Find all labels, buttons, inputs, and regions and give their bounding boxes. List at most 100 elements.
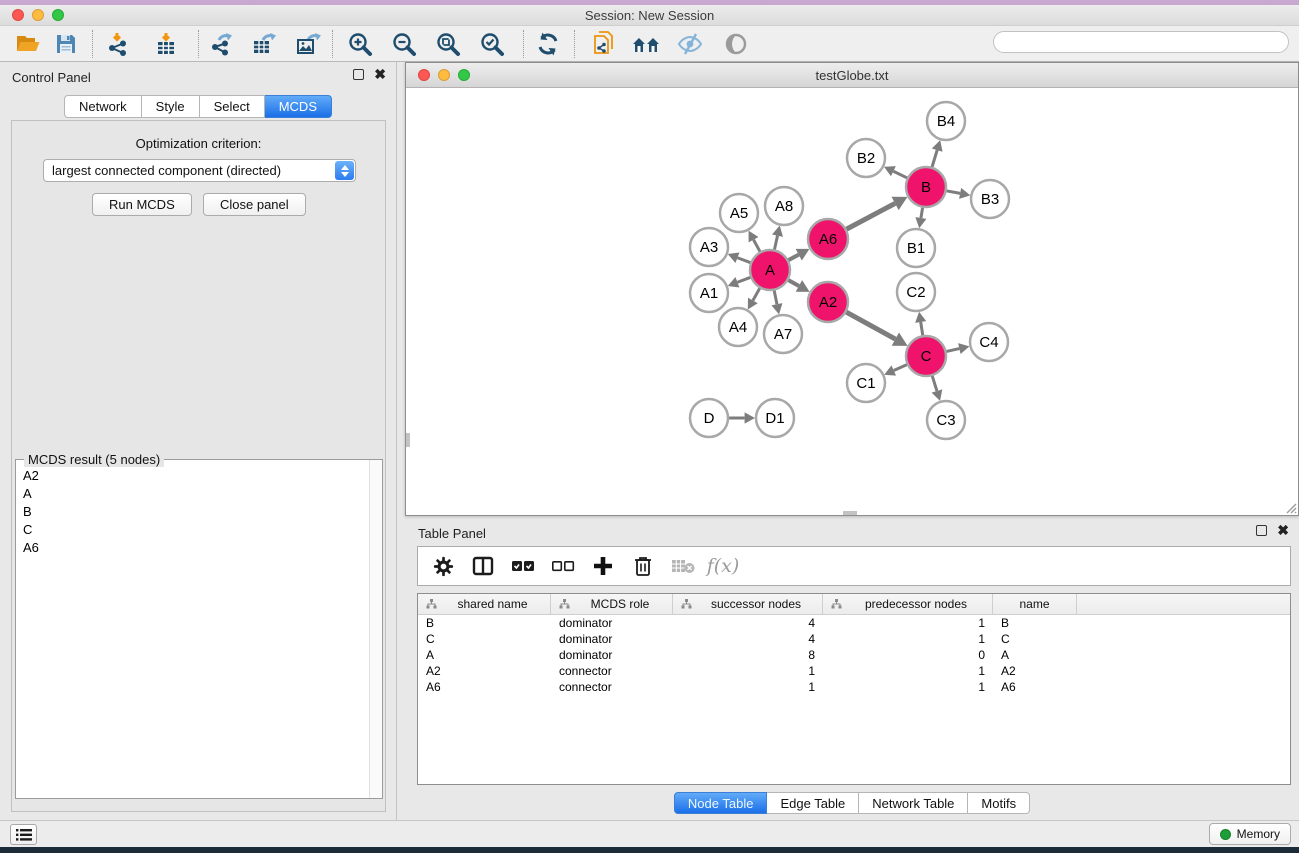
unselect-all-columns-icon[interactable] — [550, 554, 576, 578]
function-builder-icon[interactable]: f(x) — [710, 554, 736, 578]
import-table-icon[interactable] — [148, 29, 184, 59]
select-all-columns-icon[interactable] — [510, 554, 536, 578]
table-cell[interactable]: dominator — [551, 615, 673, 631]
table-cell[interactable]: dominator — [551, 647, 673, 663]
table-settings-icon[interactable] — [430, 554, 456, 578]
float-table-panel-icon[interactable] — [1256, 525, 1267, 536]
table-cell[interactable]: 1 — [673, 663, 823, 679]
table-row[interactable]: Adominator80A — [418, 647, 1290, 663]
table-row[interactable]: A6connector11A6 — [418, 679, 1290, 695]
zoom-fit-icon[interactable] — [430, 29, 466, 59]
show-all-icon[interactable] — [718, 29, 754, 59]
delete-column-icon[interactable] — [630, 554, 656, 578]
column-header-successor-nodes[interactable]: successor nodes — [673, 594, 823, 614]
table-row[interactable]: Bdominator41B — [418, 615, 1290, 631]
table-cell[interactable]: 4 — [673, 631, 823, 647]
graph-edge-A-A1[interactable] — [737, 277, 751, 282]
optimization-criterion-select[interactable]: largest connected component (directed) — [43, 159, 356, 182]
column-header-shared-name[interactable]: shared name — [418, 594, 551, 614]
table-cell[interactable]: A2 — [993, 663, 1077, 679]
table-row[interactable]: A2connector11A2 — [418, 663, 1290, 679]
import-network-icon[interactable] — [100, 29, 136, 59]
graph-edge-B-B2[interactable] — [893, 171, 908, 178]
table-cell[interactable]: 1 — [673, 679, 823, 695]
mcds-result-item[interactable]: A6 — [17, 538, 369, 556]
table-cell[interactable]: connector — [551, 679, 673, 695]
close-panel-icon[interactable]: ✖ — [374, 69, 386, 80]
table-cell[interactable]: 1 — [823, 631, 993, 647]
table-cell[interactable]: C — [418, 631, 551, 647]
table-cell[interactable]: 1 — [823, 663, 993, 679]
graph-edge-C-C4[interactable] — [946, 349, 960, 352]
graph-edge-A-A2[interactable] — [788, 280, 799, 286]
mcds-result-item[interactable]: A — [17, 484, 369, 502]
graph-edge-A2-C[interactable] — [846, 312, 896, 339]
table-row[interactable]: Cdominator41C — [418, 631, 1290, 647]
node-table[interactable]: shared nameMCDS rolesuccessor nodesprede… — [417, 593, 1291, 785]
table-cell[interactable]: connector — [551, 663, 673, 679]
table-cell[interactable]: A6 — [418, 679, 551, 695]
graph-edge-A6-B[interactable] — [846, 203, 895, 229]
network-window-titlebar[interactable]: testGlobe.txt — [406, 63, 1298, 88]
tab-mcds[interactable]: MCDS — [265, 95, 332, 118]
column-header-MCDS-role[interactable]: MCDS role — [551, 594, 673, 614]
close-panel-button[interactable]: Close panel — [203, 193, 306, 216]
export-image-icon[interactable] — [290, 29, 326, 59]
task-history-button[interactable] — [10, 824, 37, 845]
column-header-predecessor-nodes[interactable]: predecessor nodes — [823, 594, 993, 614]
table-cell[interactable]: 1 — [823, 679, 993, 695]
zoom-selected-icon[interactable] — [474, 29, 510, 59]
mcds-result-list[interactable]: A2ABCA6 — [17, 466, 369, 794]
graph-edge-B-B4[interactable] — [932, 150, 937, 168]
graph-edge-A-A4[interactable] — [753, 287, 760, 300]
tab-select[interactable]: Select — [200, 95, 265, 118]
table-cell[interactable]: A — [418, 647, 551, 663]
table-cell[interactable]: A — [993, 647, 1077, 663]
close-table-panel-icon[interactable]: ✖ — [1277, 525, 1289, 536]
table-cell[interactable]: 8 — [673, 647, 823, 663]
table-cell[interactable]: B — [418, 615, 551, 631]
graph-edge-A-A6[interactable] — [788, 255, 799, 261]
graph-edge-A-A5[interactable] — [754, 240, 761, 253]
table-cell[interactable]: dominator — [551, 631, 673, 647]
search-input[interactable] — [993, 31, 1289, 53]
hide-selected-icon[interactable] — [672, 29, 708, 59]
export-table-icon[interactable] — [246, 29, 282, 59]
tab-network[interactable]: Network — [64, 95, 142, 118]
table-cell[interactable]: 4 — [673, 615, 823, 631]
graph-edge-A-A8[interactable] — [774, 236, 777, 251]
result-scrollbar[interactable] — [369, 460, 382, 798]
column-header-name[interactable]: name — [993, 594, 1077, 614]
mcds-result-item[interactable]: C — [17, 520, 369, 538]
table-cell[interactable]: A6 — [993, 679, 1077, 695]
network-canvas[interactable]: B4B2BB3A8A5A6A3B1AA1C2A2A4A7C4CC1C3DD1 — [406, 88, 1298, 515]
table-cell[interactable]: A2 — [418, 663, 551, 679]
tab-node-table[interactable]: Node Table — [674, 792, 768, 814]
zoom-out-icon[interactable] — [386, 29, 422, 59]
table-cell[interactable]: 0 — [823, 647, 993, 663]
column-panel-icon[interactable] — [470, 554, 496, 578]
float-panel-icon[interactable] — [353, 69, 364, 80]
refresh-icon[interactable] — [530, 29, 566, 59]
tab-network-table[interactable]: Network Table — [859, 792, 968, 814]
graph-edge-A-A7[interactable] — [774, 290, 777, 305]
delete-table-icon[interactable] — [670, 554, 696, 578]
run-mcds-button[interactable]: Run MCDS — [92, 193, 192, 216]
graph-edge-C-C2[interactable] — [921, 322, 923, 336]
graph-edge-B-B3[interactable] — [946, 191, 960, 194]
graph-edge-C-C1[interactable] — [894, 364, 908, 370]
table-cell[interactable]: B — [993, 615, 1077, 631]
memory-button[interactable]: Memory — [1209, 823, 1291, 845]
tab-style[interactable]: Style — [142, 95, 200, 118]
tab-edge-table[interactable]: Edge Table — [767, 792, 859, 814]
mcds-result-item[interactable]: A2 — [17, 466, 369, 484]
open-session-icon[interactable] — [10, 29, 46, 59]
table-cell[interactable]: C — [993, 631, 1077, 647]
first-neighbors-icon[interactable] — [628, 29, 664, 59]
zoom-in-icon[interactable] — [342, 29, 378, 59]
graph-edge-C-C3[interactable] — [932, 375, 937, 391]
mcds-result-item[interactable]: B — [17, 502, 369, 520]
network-graph[interactable]: B4B2BB3A8A5A6A3B1AA1C2A2A4A7C4CC1C3DD1 — [406, 88, 1298, 515]
resize-grip-icon[interactable] — [1283, 500, 1297, 514]
save-session-icon[interactable] — [48, 29, 84, 59]
